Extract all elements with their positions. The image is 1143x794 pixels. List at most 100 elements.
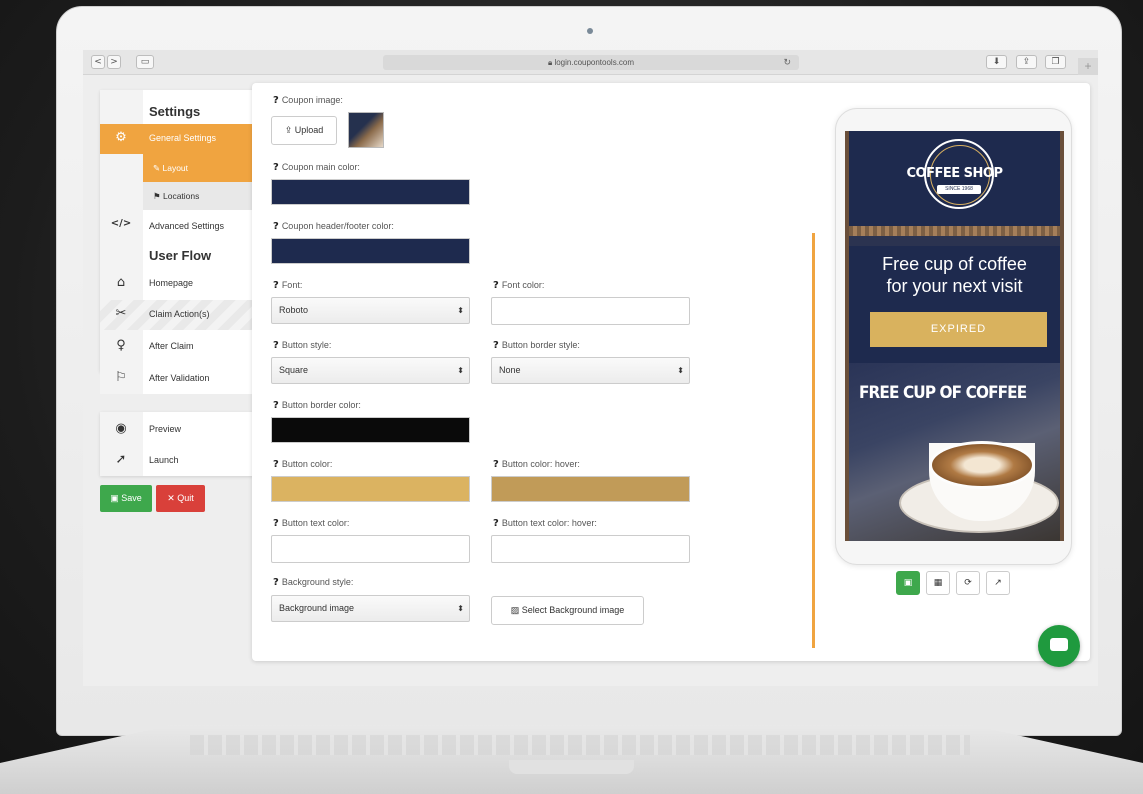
- award-icon: ♀: [116, 338, 126, 353]
- select-arrow-icon: ⬍: [677, 366, 684, 375]
- coupon-image-label: ? Coupon image:: [273, 95, 343, 106]
- sidebar-item-advanced-settings[interactable]: </> Advanced Settings: [100, 212, 253, 242]
- sidebar-item-label: Launch: [149, 455, 179, 465]
- sidebar: Settings ⚙ General Settings ✎ Layout ⚑ L…: [100, 90, 253, 476]
- help-icon[interactable]: ?: [273, 577, 279, 588]
- help-icon[interactable]: ?: [493, 518, 499, 529]
- font-label: ? Font:: [273, 280, 302, 291]
- help-icon[interactable]: ?: [493, 340, 499, 351]
- sidebar-item-claim-actions[interactable]: ✂ Claim Action(s): [100, 300, 253, 330]
- quit-button[interactable]: ✕ Quit: [156, 485, 205, 512]
- upload-button[interactable]: ⇪ Upload: [271, 116, 337, 145]
- since-badge: SINCE 1968: [937, 185, 981, 194]
- flag-icon: ⚐: [115, 370, 127, 385]
- save-quit-bar: ▣ Save ✕ Quit: [100, 485, 220, 513]
- select-arrow-icon: ⬍: [457, 366, 464, 375]
- layout-label: Layout: [162, 163, 189, 173]
- button-text-color-hover-field[interactable]: [491, 535, 690, 563]
- label-text: Font color:: [501, 280, 545, 290]
- label-text: Button text color: hover:: [501, 518, 597, 528]
- save-icon[interactable]: ▣: [896, 571, 920, 595]
- stats-icon[interactable]: ↗: [986, 571, 1010, 595]
- main-color-label: ? Coupon main color:: [273, 162, 360, 173]
- label-text: Background style:: [281, 577, 354, 587]
- background-style-select[interactable]: Background image ⬍: [271, 595, 470, 622]
- button-color-field[interactable]: [271, 476, 470, 502]
- help-icon[interactable]: ?: [273, 340, 279, 351]
- shop-name: COFFEE SHOP: [906, 166, 1003, 181]
- new-tab-button[interactable]: +: [1078, 58, 1098, 75]
- back-button[interactable]: <: [91, 55, 105, 69]
- tabs-icon[interactable]: ❐: [1045, 55, 1066, 69]
- phone-preview: COFFEE SHOP SINCE 1968 Free cup of coffe…: [835, 108, 1072, 565]
- save-icon: ▣: [110, 493, 119, 503]
- button-style-select[interactable]: Square ⬍: [271, 357, 470, 384]
- select-background-button[interactable]: ▨ Select Background image: [491, 596, 644, 625]
- font-color-field[interactable]: [491, 297, 690, 325]
- button-border-color-label: ? Button border color:: [273, 400, 361, 411]
- button-border-color-field[interactable]: [271, 417, 470, 443]
- share-icon[interactable]: ⇪: [1016, 55, 1037, 69]
- font-select[interactable]: Roboto ⬍: [271, 297, 470, 324]
- font-color-label: ? Font color:: [493, 280, 544, 291]
- button-border-style-label: ? Button border style:: [493, 340, 580, 351]
- download-icon[interactable]: ⬇: [986, 55, 1007, 69]
- button-border-style-select[interactable]: None ⬍: [491, 357, 690, 384]
- preview-divider: [812, 233, 815, 648]
- refresh-icon[interactable]: ⟳: [956, 571, 980, 595]
- help-icon[interactable]: ?: [273, 459, 279, 470]
- label-text: Font:: [281, 280, 303, 290]
- save-button[interactable]: ▣ Save: [100, 485, 152, 512]
- chat-icon[interactable]: [1038, 625, 1080, 667]
- coupon-image-thumbnail[interactable]: [348, 112, 384, 148]
- screen: < > ▭ 🔒︎ login.coupontools.com ↻ ⬇ ⇪ ❐ +…: [83, 50, 1098, 686]
- coupon-headline: Free cup of coffee for your next visit: [849, 253, 1060, 297]
- sidebar-item-general-settings[interactable]: ⚙ General Settings: [100, 124, 253, 154]
- expired-button[interactable]: EXPIRED: [870, 312, 1047, 347]
- layout-settings-panel: ? Coupon image: ⇪ Upload ? Coupon main col…: [252, 83, 1090, 661]
- address-bar[interactable]: 🔒︎ login.coupontools.com ↻: [383, 55, 799, 70]
- select-background-label: Select Background image: [521, 605, 625, 615]
- help-icon[interactable]: ?: [273, 95, 279, 106]
- sidebar-item-homepage[interactable]: ⌂ Homepage: [100, 269, 253, 299]
- sidebar-toggle-icon[interactable]: ▭: [136, 55, 154, 69]
- help-icon[interactable]: ?: [273, 162, 279, 173]
- button-color-hover-field[interactable]: [491, 476, 690, 502]
- sidebar-item-layout[interactable]: ✎ Layout: [143, 154, 253, 182]
- sidebar-item-label: ⚑ Locations: [153, 191, 199, 202]
- button-text-color-field[interactable]: [271, 535, 470, 563]
- select-value: None: [499, 365, 521, 375]
- header-footer-color-field[interactable]: [271, 238, 470, 264]
- help-icon[interactable]: ?: [493, 459, 499, 470]
- sidebar-item-preview[interactable]: ◉ Preview: [100, 415, 253, 445]
- select-value: Background image: [279, 603, 355, 613]
- user-flow-heading: User Flow: [149, 248, 212, 263]
- sidebar-item-locations[interactable]: ⚑ Locations: [143, 182, 253, 210]
- forward-button[interactable]: >: [107, 55, 121, 69]
- help-icon[interactable]: ?: [273, 518, 279, 529]
- reload-icon[interactable]: ↻: [783, 55, 791, 70]
- sidebar-item-after-claim[interactable]: ♀ After Claim: [100, 332, 253, 362]
- help-icon[interactable]: ?: [273, 221, 279, 232]
- help-icon[interactable]: ?: [493, 280, 499, 291]
- browser-toolbar: < > ▭ 🔒︎ login.coupontools.com ↻ ⬇ ⇪ ❐ +: [83, 50, 1098, 75]
- label-text: Button style:: [281, 340, 332, 350]
- sidebar-item-launch[interactable]: ➚ Launch: [100, 446, 253, 476]
- label-text: Button color:: [281, 459, 333, 469]
- upload-label: Upload: [294, 125, 324, 135]
- help-icon[interactable]: ?: [273, 280, 279, 291]
- pencil-icon: ✎: [153, 163, 161, 173]
- marker-icon: ⚑: [153, 191, 161, 201]
- background-style-label: ? Background style:: [273, 577, 353, 588]
- coupon-preview: COFFEE SHOP SINCE 1968 Free cup of coffe…: [845, 131, 1064, 541]
- main-color-field[interactable]: [271, 179, 470, 205]
- sidebar-settings-block: Settings ⚙ General Settings ✎ Layout ⚑ L…: [100, 90, 253, 372]
- button-text-color-hover-label: ? Button text color: hover:: [493, 518, 597, 529]
- sidebar-item-after-validation[interactable]: ⚐ After Validation: [100, 364, 253, 394]
- qr-icon[interactable]: ▦: [926, 571, 950, 595]
- help-icon[interactable]: ?: [273, 400, 279, 411]
- keyboard: [190, 735, 970, 755]
- quit-label: Quit: [177, 493, 194, 503]
- decorative-band: [849, 236, 1060, 246]
- sidebar-item-label: After Claim: [149, 341, 194, 351]
